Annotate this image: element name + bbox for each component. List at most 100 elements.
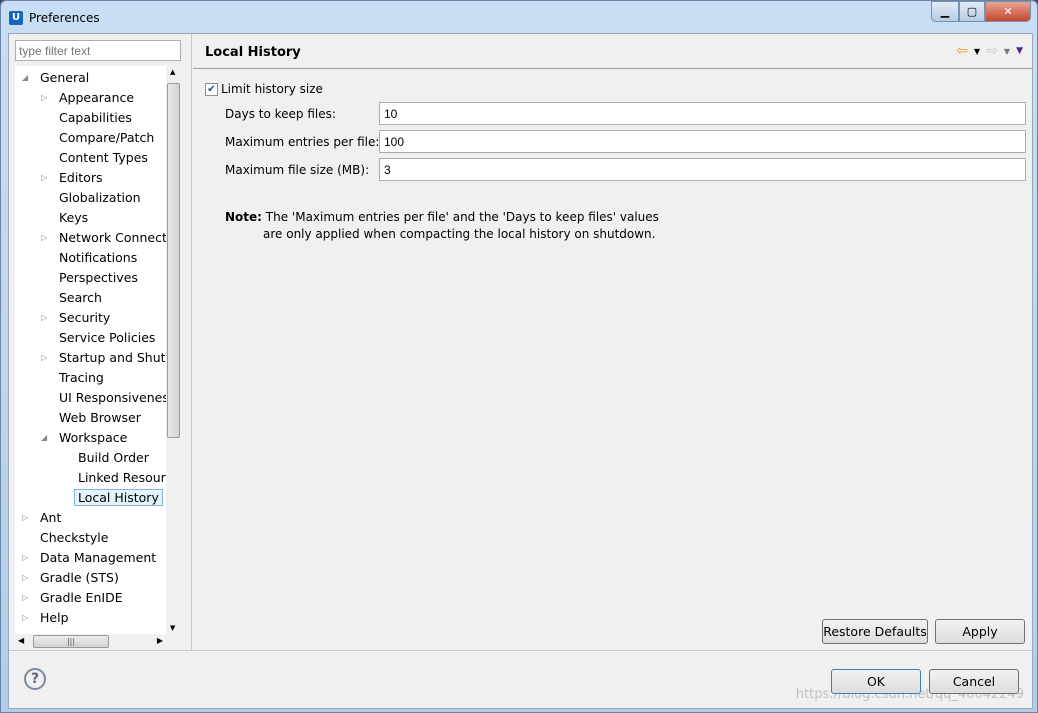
- collapsed-arrow-icon[interactable]: ▷: [22, 608, 28, 628]
- tree-item-label: Search: [59, 290, 102, 305]
- expanded-arrow-icon[interactable]: ◢: [41, 428, 47, 448]
- tree-item[interactable]: Linked Resourc: [78, 468, 172, 488]
- filter-input[interactable]: [15, 40, 181, 61]
- vertical-scroll-thumb[interactable]: [167, 83, 180, 438]
- tree-item-label: Keys: [59, 210, 89, 225]
- tree-item-label: UI Responsiveness: [59, 390, 176, 405]
- tree-item-label: Editors: [59, 170, 103, 185]
- days-to-keep-input[interactable]: [379, 102, 1026, 125]
- collapsed-arrow-icon[interactable]: ▷: [41, 168, 47, 188]
- tree-item[interactable]: Checkstyle: [40, 528, 108, 548]
- tree-item[interactable]: Search: [59, 288, 102, 308]
- tree-horizontal-scrollbar[interactable]: ◀ ||| ▶: [15, 634, 166, 649]
- tree-item[interactable]: ▷ Security: [41, 308, 110, 328]
- tree-item-label: Perspectives: [59, 270, 138, 285]
- tree-item-label: General: [40, 70, 90, 85]
- cancel-button[interactable]: Cancel: [929, 669, 1019, 694]
- tree-item-label: Linked Resourc: [78, 470, 173, 485]
- tree-item[interactable]: ▷ Gradle EnIDE: [22, 588, 123, 608]
- limit-history-checkbox[interactable]: ✔ Limit history size: [205, 82, 323, 96]
- tree-item[interactable]: ▷ Gradle (STS): [22, 568, 119, 588]
- note-line-2: are only applied when compacting the loc…: [263, 227, 656, 241]
- minimize-button[interactable]: ▁: [931, 1, 959, 22]
- expanded-arrow-icon[interactable]: ◢: [22, 68, 28, 88]
- tree-item[interactable]: Globalization: [59, 188, 141, 208]
- collapsed-arrow-icon[interactable]: ▷: [41, 88, 47, 108]
- tree-vertical-scrollbar[interactable]: ▲ ▼: [166, 66, 181, 634]
- tree-item-label: Tracing: [59, 370, 104, 385]
- tree-item[interactable]: Capabilities: [59, 108, 132, 128]
- tree-item-label: Web Browser: [59, 410, 141, 425]
- forward-dropdown-icon[interactable]: ▼: [1004, 47, 1010, 56]
- collapsed-arrow-icon[interactable]: ▷: [41, 348, 47, 368]
- scroll-right-icon[interactable]: ▶: [157, 636, 163, 645]
- max-file-size-label: Maximum file size (MB):: [225, 163, 370, 177]
- collapsed-arrow-icon[interactable]: ▷: [22, 548, 28, 568]
- close-button[interactable]: ✕: [985, 1, 1031, 22]
- tree-item-label: Network Connectio: [59, 230, 178, 245]
- window-title: Preferences: [29, 11, 100, 25]
- tree-item[interactable]: Tracing: [59, 368, 104, 388]
- tree-item[interactable]: ▷ Startup and Shutd: [41, 348, 173, 368]
- tree-item[interactable]: ▷ Ant: [22, 508, 62, 528]
- tree-item[interactable]: Local History: [74, 488, 163, 508]
- tree-item[interactable]: ▷ Appearance: [41, 88, 134, 108]
- tree-item-label: Workspace: [59, 430, 128, 445]
- tree-item[interactable]: Notifications: [59, 248, 137, 268]
- tree-item[interactable]: Keys: [59, 208, 88, 228]
- collapsed-arrow-icon[interactable]: ▷: [41, 228, 47, 248]
- tree-item-label: Local History: [74, 489, 163, 506]
- note-text: Note: The 'Maximum entries per file' and…: [225, 209, 659, 243]
- tree-item[interactable]: UI Responsiveness: [59, 388, 175, 408]
- ok-button[interactable]: OK: [831, 669, 921, 694]
- tree-item-label: Gradle (STS): [40, 570, 119, 585]
- tree-item[interactable]: ◢ General: [22, 68, 90, 88]
- tree-item[interactable]: ▷ Help: [22, 608, 69, 628]
- tree-item[interactable]: Web Browser: [59, 408, 141, 428]
- scroll-up-icon[interactable]: ▲: [170, 68, 175, 76]
- back-dropdown-icon[interactable]: ▼: [974, 47, 980, 56]
- tree-item[interactable]: Compare/Patch: [59, 128, 154, 148]
- apply-button[interactable]: Apply: [935, 619, 1025, 644]
- maximize-button[interactable]: ▢: [959, 1, 985, 22]
- scroll-left-icon[interactable]: ◀: [18, 636, 24, 645]
- forward-arrow-icon[interactable]: ⇨: [986, 43, 998, 59]
- max-file-size-input[interactable]: [379, 158, 1026, 181]
- tree-item-label: Build Order: [78, 450, 149, 465]
- max-entries-input[interactable]: [379, 130, 1026, 153]
- view-menu-icon[interactable]: ▼: [1016, 46, 1023, 56]
- collapsed-arrow-icon[interactable]: ▷: [22, 588, 28, 608]
- tree-item[interactable]: ▷ Data Management: [22, 548, 157, 568]
- days-to-keep-label: Days to keep files:: [225, 107, 336, 121]
- restore-defaults-button[interactable]: Restore Defaults: [822, 619, 928, 644]
- collapsed-arrow-icon[interactable]: ▷: [22, 568, 28, 588]
- page-panel: Local History ⇦ ▼ ⇨ ▼ ▼ ✔ Limit history …: [193, 34, 1033, 650]
- tree-item[interactable]: ◢ Workspace: [41, 428, 128, 448]
- tree-item[interactable]: Build Order: [78, 448, 149, 468]
- checkmark-icon[interactable]: ✔: [205, 82, 218, 96]
- tree-item[interactable]: ▷ Network Connectio: [41, 228, 178, 248]
- max-entries-label: Maximum entries per file:: [225, 135, 380, 149]
- collapsed-arrow-icon[interactable]: ▷: [41, 308, 47, 328]
- collapsed-arrow-icon[interactable]: ▷: [22, 508, 28, 528]
- tree-item-label: Ant: [40, 510, 62, 525]
- tree-item[interactable]: Content Types: [59, 148, 148, 168]
- tree-item-label: Data Management: [40, 550, 157, 565]
- tree-item-label: Checkstyle: [40, 530, 109, 545]
- preference-tree: ◢ General ▷ Appearance Capabilities Compare/P…: [15, 66, 181, 634]
- tree-item-label: Compare/Patch: [59, 130, 155, 145]
- tree-item[interactable]: Perspectives: [59, 268, 138, 288]
- tree-item[interactable]: Service Policies: [59, 328, 155, 348]
- title-bar: U Preferences: [9, 9, 100, 27]
- scroll-down-icon[interactable]: ▼: [170, 624, 175, 632]
- page-title: Local History: [205, 45, 301, 60]
- back-arrow-icon[interactable]: ⇦: [956, 43, 968, 59]
- tree-item-label: Capabilities: [59, 110, 132, 125]
- footer-separator: [9, 650, 1032, 651]
- help-icon[interactable]: ?: [24, 668, 46, 690]
- horizontal-scroll-thumb[interactable]: |||: [33, 635, 109, 648]
- tree-item-label: Service Policies: [59, 330, 156, 345]
- tree-item[interactable]: ▷ Editors: [41, 168, 103, 188]
- limit-history-label: Limit history size: [221, 82, 323, 96]
- app-icon: U: [9, 11, 23, 25]
